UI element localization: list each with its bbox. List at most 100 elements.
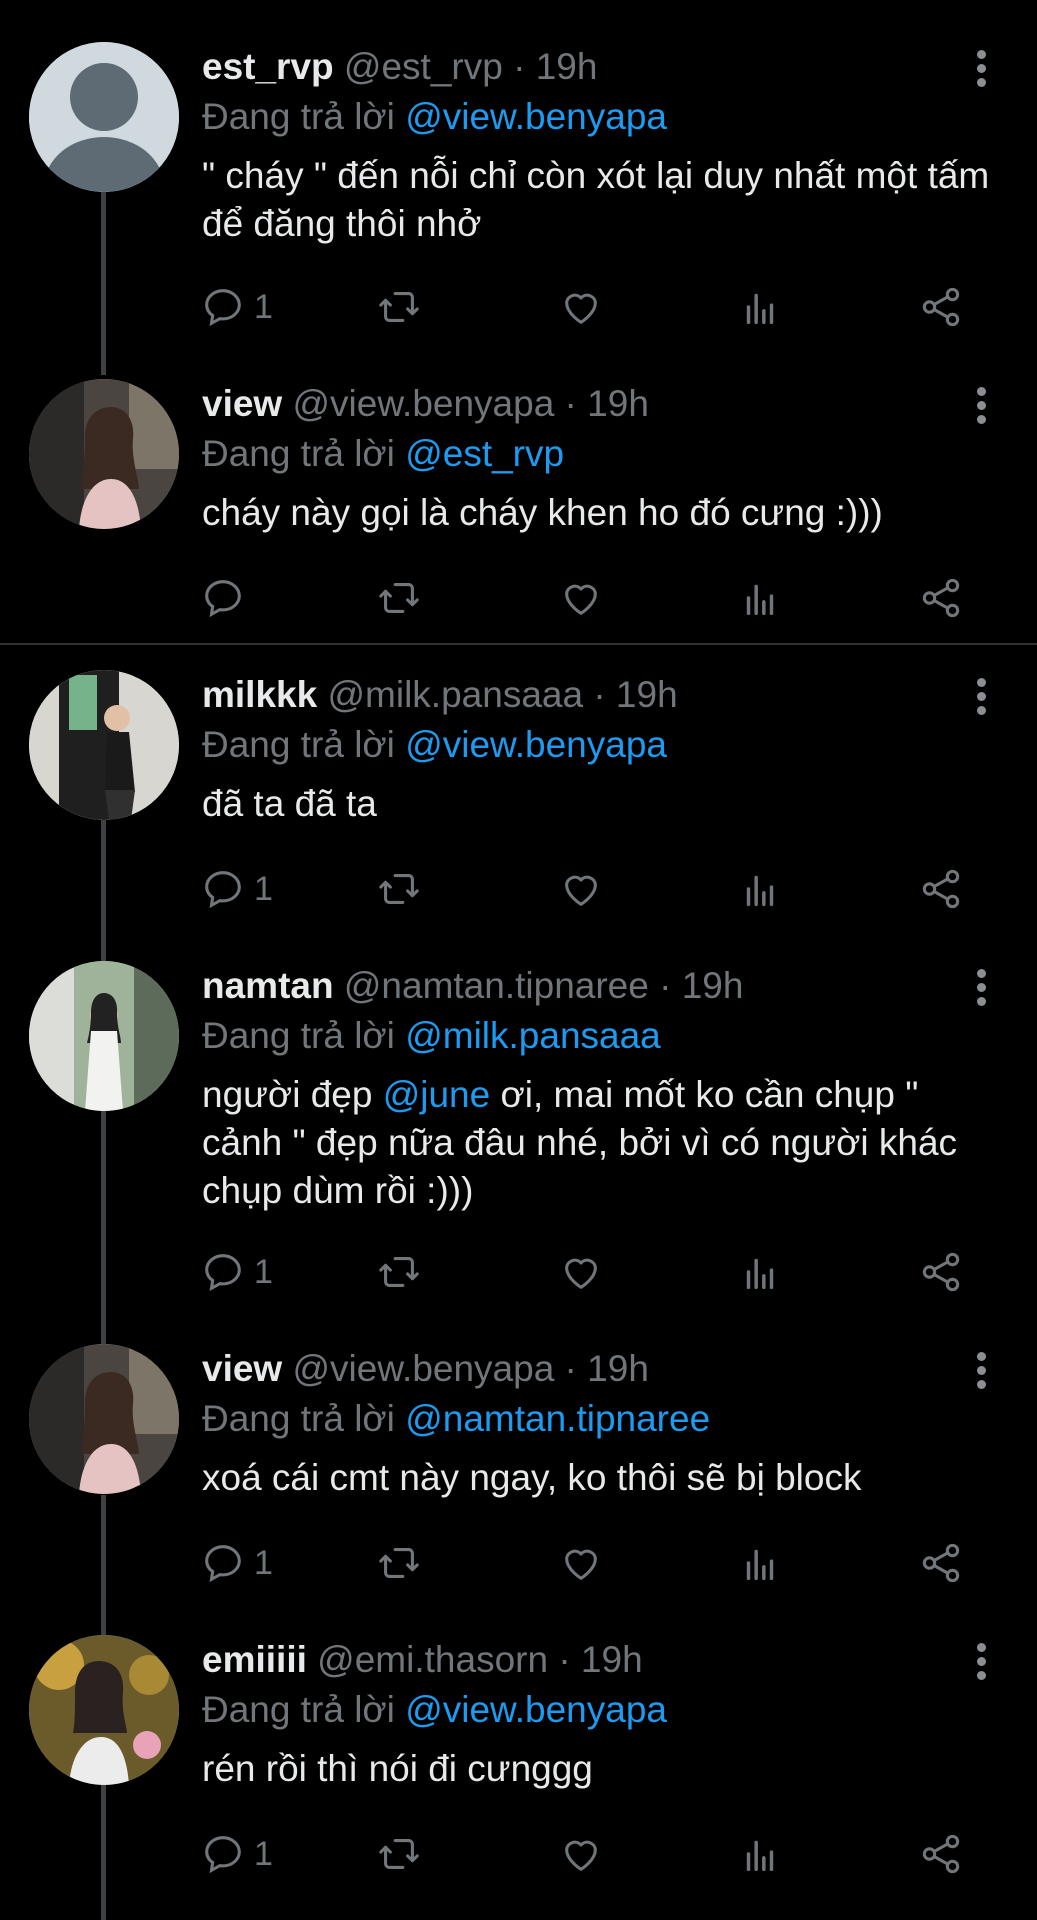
reply-prefix: Đang trả lời bbox=[202, 433, 395, 474]
more-icon[interactable] bbox=[975, 387, 987, 427]
retweet-button[interactable] bbox=[376, 568, 422, 628]
replying-to: Đang trả lời @view.benyapa bbox=[202, 92, 997, 142]
retweet-icon bbox=[379, 874, 419, 904]
reply-button[interactable] bbox=[200, 568, 254, 628]
author-handle-time: @milk.pansaaa · 19h bbox=[327, 674, 678, 715]
tweet-header: view @view.benyapa · 19h bbox=[202, 1344, 997, 1394]
reply-to-mention[interactable]: @est_rvp bbox=[405, 433, 564, 474]
tweet-header: est_rvp @est_rvp · 19h bbox=[202, 42, 997, 92]
reply-to-mention[interactable]: @view.benyapa bbox=[405, 96, 667, 137]
views-icon bbox=[746, 1258, 774, 1290]
author-name[interactable]: est_rvp bbox=[202, 46, 334, 87]
more-icon[interactable] bbox=[975, 969, 987, 1009]
more-icon[interactable] bbox=[975, 678, 987, 718]
reply-count: 1 bbox=[254, 1834, 273, 1873]
tweet-actions: 1 bbox=[200, 1824, 977, 1884]
reply-icon bbox=[205, 1836, 241, 1874]
reply-button[interactable]: 1 bbox=[200, 1242, 273, 1302]
reply-prefix: Đang trả lời bbox=[202, 1015, 395, 1056]
more-icon[interactable] bbox=[975, 50, 987, 90]
thread-divider bbox=[0, 643, 1037, 645]
more-icon[interactable] bbox=[975, 1352, 987, 1392]
like-icon bbox=[565, 1258, 597, 1289]
reply-icon bbox=[205, 289, 241, 327]
avatar-photo[interactable] bbox=[29, 670, 179, 820]
retweet-button[interactable] bbox=[376, 1533, 422, 1593]
inline-mention[interactable]: @june bbox=[383, 1074, 491, 1115]
like-button[interactable] bbox=[558, 1533, 604, 1593]
retweet-icon bbox=[379, 1257, 419, 1287]
author-name[interactable]: emiiiii bbox=[202, 1639, 307, 1680]
avatar-default[interactable] bbox=[29, 42, 179, 192]
like-button[interactable] bbox=[558, 859, 604, 919]
retweet-icon bbox=[379, 292, 419, 322]
share-icon bbox=[922, 869, 960, 909]
reply-icon bbox=[205, 871, 241, 909]
retweet-icon bbox=[379, 1839, 419, 1869]
retweet-button[interactable] bbox=[376, 1242, 422, 1302]
views-icon bbox=[746, 875, 774, 907]
tweet-text: rén rồi thì nói đi cưnggg bbox=[202, 1748, 593, 1789]
tweet-actions: 1 bbox=[200, 277, 977, 337]
thread-connector bbox=[101, 1785, 106, 1920]
tweet-header: emiiiii @emi.thasorn · 19h bbox=[202, 1635, 997, 1685]
tweet-header: milkkk @milk.pansaaa · 19h bbox=[202, 670, 997, 720]
retweet-button[interactable] bbox=[376, 277, 422, 337]
author-name[interactable]: milkkk bbox=[202, 674, 317, 715]
like-button[interactable] bbox=[558, 1824, 604, 1884]
reply-button[interactable]: 1 bbox=[200, 277, 273, 337]
like-button[interactable] bbox=[558, 277, 604, 337]
share-icon bbox=[922, 1834, 960, 1874]
reply-count: 1 bbox=[254, 869, 273, 908]
author-handle-time: @est_rvp · 19h bbox=[343, 46, 598, 87]
views-button[interactable] bbox=[737, 859, 783, 919]
tweet-header: view @view.benyapa · 19h bbox=[202, 379, 997, 429]
share-button[interactable] bbox=[918, 859, 964, 919]
views-button[interactable] bbox=[737, 1242, 783, 1302]
share-button[interactable] bbox=[918, 277, 964, 337]
avatar-photo[interactable] bbox=[29, 379, 179, 529]
tweet-header: namtan @namtan.tipnaree · 19h bbox=[202, 961, 997, 1011]
author-handle-time: @emi.thasorn · 19h bbox=[317, 1639, 643, 1680]
replying-to: Đang trả lời @namtan.tipnaree bbox=[202, 1394, 997, 1444]
reply-button[interactable]: 1 bbox=[200, 859, 273, 919]
share-icon bbox=[922, 1543, 960, 1583]
reply-button[interactable]: 1 bbox=[200, 1533, 273, 1593]
reply-to-mention[interactable]: @namtan.tipnaree bbox=[405, 1398, 710, 1439]
like-icon bbox=[565, 584, 597, 615]
share-button[interactable] bbox=[918, 1533, 964, 1593]
reply-to-mention[interactable]: @milk.pansaaa bbox=[405, 1015, 661, 1056]
reply-icon bbox=[205, 1545, 241, 1583]
author-name[interactable]: view bbox=[202, 383, 282, 424]
reply-to-mention[interactable]: @view.benyapa bbox=[405, 1689, 667, 1730]
thread-connector bbox=[101, 160, 106, 375]
avatar-photo[interactable] bbox=[29, 1635, 179, 1785]
author-name[interactable]: view bbox=[202, 1348, 282, 1389]
views-button[interactable] bbox=[737, 1824, 783, 1884]
replying-to: Đang trả lời @view.benyapa bbox=[202, 720, 997, 770]
reply-to-mention[interactable]: @view.benyapa bbox=[405, 724, 667, 765]
share-button[interactable] bbox=[918, 1242, 964, 1302]
views-icon bbox=[746, 1549, 774, 1581]
views-button[interactable] bbox=[737, 568, 783, 628]
tweet-actions bbox=[200, 568, 977, 628]
replying-to: Đang trả lời @milk.pansaaa bbox=[202, 1011, 997, 1061]
like-icon bbox=[565, 1549, 597, 1580]
avatar-photo[interactable] bbox=[29, 1344, 179, 1494]
like-icon bbox=[565, 1840, 597, 1871]
replying-to: Đang trả lời @view.benyapa bbox=[202, 1685, 997, 1735]
author-name[interactable]: namtan bbox=[202, 965, 334, 1006]
share-button[interactable] bbox=[918, 1824, 964, 1884]
avatar-photo[interactable] bbox=[29, 961, 179, 1111]
like-button[interactable] bbox=[558, 568, 604, 628]
thread-connector bbox=[101, 1110, 106, 1350]
more-icon[interactable] bbox=[975, 1643, 987, 1683]
tweet-actions: 1 bbox=[200, 1533, 977, 1593]
retweet-button[interactable] bbox=[376, 859, 422, 919]
like-button[interactable] bbox=[558, 1242, 604, 1302]
reply-button[interactable]: 1 bbox=[200, 1824, 273, 1884]
share-button[interactable] bbox=[918, 568, 964, 628]
retweet-button[interactable] bbox=[376, 1824, 422, 1884]
views-button[interactable] bbox=[737, 277, 783, 337]
views-button[interactable] bbox=[737, 1533, 783, 1593]
